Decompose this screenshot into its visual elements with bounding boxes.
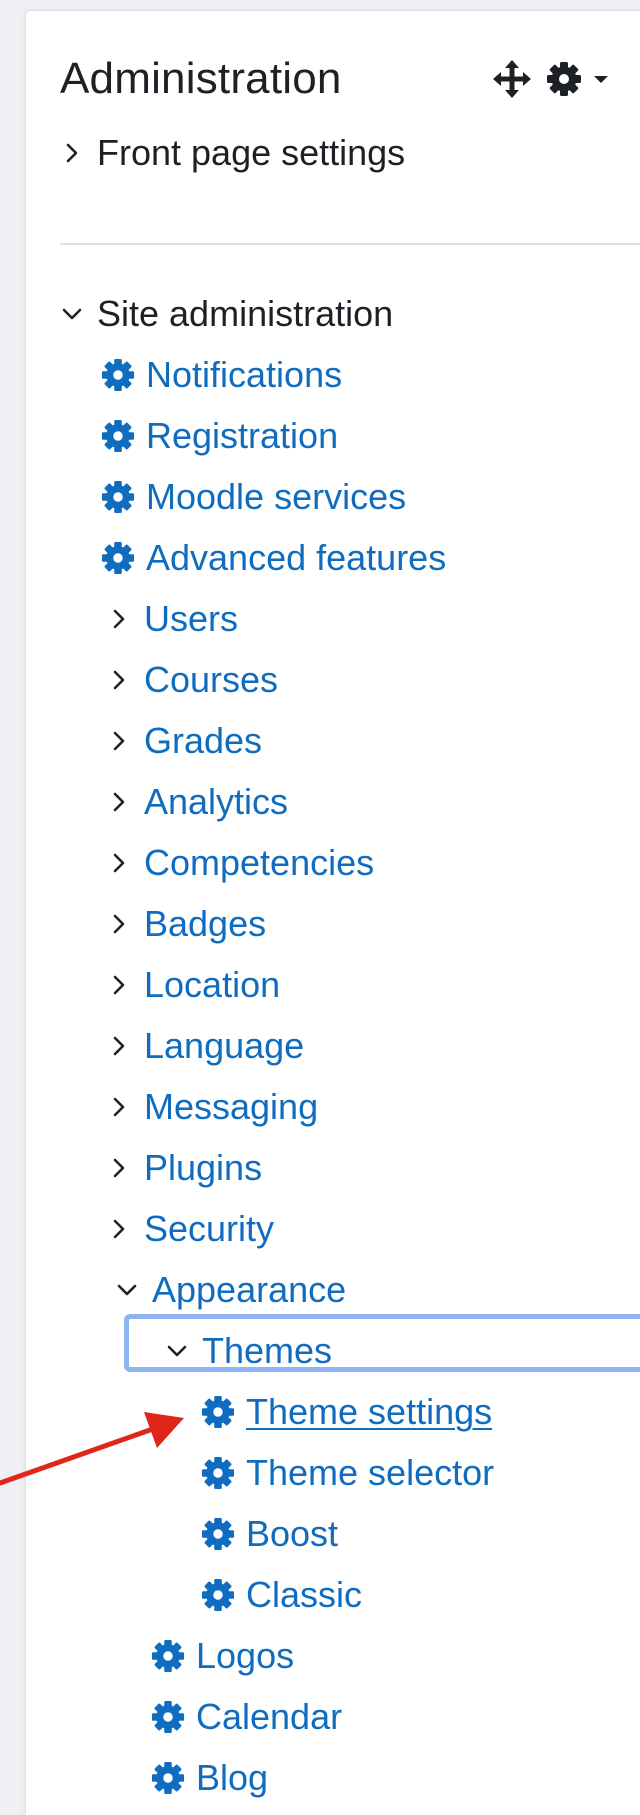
nav-logos[interactable]: Logos — [150, 1631, 294, 1681]
nav-label: Logos — [196, 1635, 295, 1676]
chevron-right-icon — [102, 724, 136, 758]
cog-icon — [150, 1760, 186, 1796]
nav-analytics[interactable]: Analytics — [102, 777, 288, 827]
cog-icon — [100, 540, 136, 576]
admin-page: Administration Front page settings Site … — [0, 0, 640, 1815]
nav-users[interactable]: Users — [102, 594, 238, 644]
chevron-right-icon — [55, 136, 89, 170]
chevron-right-icon — [102, 846, 136, 880]
move-icon[interactable] — [490, 57, 534, 101]
nav-label: Site administration — [97, 293, 394, 334]
nav-label: Blog — [196, 1757, 269, 1798]
nav-label: Theme settings — [246, 1391, 493, 1432]
block-header: Administration — [60, 54, 640, 104]
nav-label: Classic — [246, 1574, 363, 1615]
nav-classic[interactable]: Classic — [200, 1570, 362, 1620]
cog-icon — [200, 1394, 236, 1430]
nav-label: Competencies — [144, 842, 375, 883]
nav-label: Users — [144, 598, 239, 639]
nav-label: Appearance — [152, 1269, 347, 1310]
nav-grades[interactable]: Grades — [102, 716, 262, 766]
nav-advanced-features[interactable]: Advanced features — [100, 533, 446, 583]
nav-notifications[interactable]: Notifications — [100, 350, 342, 400]
nav-themes[interactable]: Themes — [160, 1326, 332, 1376]
nav-location[interactable]: Location — [102, 960, 280, 1010]
cog-icon — [150, 1638, 186, 1674]
nav-calendar[interactable]: Calendar — [150, 1692, 342, 1742]
nav-label: Messaging — [144, 1086, 319, 1127]
nav-label: Moodle services — [146, 476, 407, 517]
nav-label: Theme selector — [246, 1452, 495, 1493]
nav-label: Boost — [246, 1513, 339, 1554]
nav-label: Plugins — [144, 1147, 263, 1188]
chevron-right-icon — [102, 907, 136, 941]
cog-icon — [100, 479, 136, 515]
cog-icon — [200, 1455, 236, 1491]
nav-label: Badges — [144, 903, 267, 944]
nav-label: Notifications — [146, 354, 343, 395]
nav-label: Grades — [144, 720, 263, 761]
nav-label: Courses — [144, 659, 279, 700]
nav-badges[interactable]: Badges — [102, 899, 266, 949]
gear-icon[interactable] — [544, 59, 584, 99]
nav-boost[interactable]: Boost — [200, 1509, 338, 1559]
nav-label: Security — [144, 1208, 275, 1249]
nav-label: Registration — [146, 415, 339, 456]
nav-label: Advanced features — [146, 537, 447, 578]
nav-label: Themes — [202, 1330, 333, 1371]
nav-theme-selector[interactable]: Theme selector — [200, 1448, 494, 1498]
nav-label: Location — [144, 964, 281, 1005]
chevron-right-icon — [102, 1151, 136, 1185]
nav-messaging[interactable]: Messaging — [102, 1082, 318, 1132]
cog-icon — [100, 418, 136, 454]
nav-courses[interactable]: Courses — [102, 655, 278, 705]
nav-label: Front page settings — [97, 132, 406, 173]
nav-plugins[interactable]: Plugins — [102, 1143, 262, 1193]
nav-label: Language — [144, 1025, 305, 1066]
cog-icon — [150, 1699, 186, 1735]
chevron-right-icon — [102, 1212, 136, 1246]
chevron-right-icon — [102, 785, 136, 819]
chevron-down-icon — [160, 1334, 194, 1368]
chevron-right-icon — [102, 1029, 136, 1063]
nav-site-administration[interactable]: Site administration — [55, 289, 393, 339]
caret-down-icon[interactable] — [590, 59, 612, 99]
chevron-right-icon — [102, 602, 136, 636]
nav-label: Analytics — [144, 781, 289, 822]
cog-icon — [200, 1516, 236, 1552]
nav-security[interactable]: Security — [102, 1204, 274, 1254]
nav-registration[interactable]: Registration — [100, 411, 338, 461]
chevron-right-icon — [102, 663, 136, 697]
block-controls — [490, 54, 612, 104]
nav-front-page-settings[interactable]: Front page settings — [55, 128, 405, 178]
nav-competencies[interactable]: Competencies — [102, 838, 374, 888]
divider — [60, 243, 640, 245]
chevron-down-icon — [55, 297, 89, 331]
nav-language[interactable]: Language — [102, 1021, 304, 1071]
chevron-right-icon — [102, 1090, 136, 1124]
nav-moodle-services[interactable]: Moodle services — [100, 472, 406, 522]
block-title: Administration — [60, 54, 342, 103]
nav-label: Calendar — [196, 1696, 343, 1737]
cog-icon — [100, 357, 136, 393]
chevron-right-icon — [102, 968, 136, 1002]
chevron-down-icon — [110, 1273, 144, 1307]
cog-icon — [200, 1577, 236, 1613]
nav-appearance[interactable]: Appearance — [110, 1265, 346, 1315]
nav-blog[interactable]: Blog — [150, 1753, 268, 1803]
nav-theme-settings[interactable]: Theme settings — [200, 1387, 492, 1437]
